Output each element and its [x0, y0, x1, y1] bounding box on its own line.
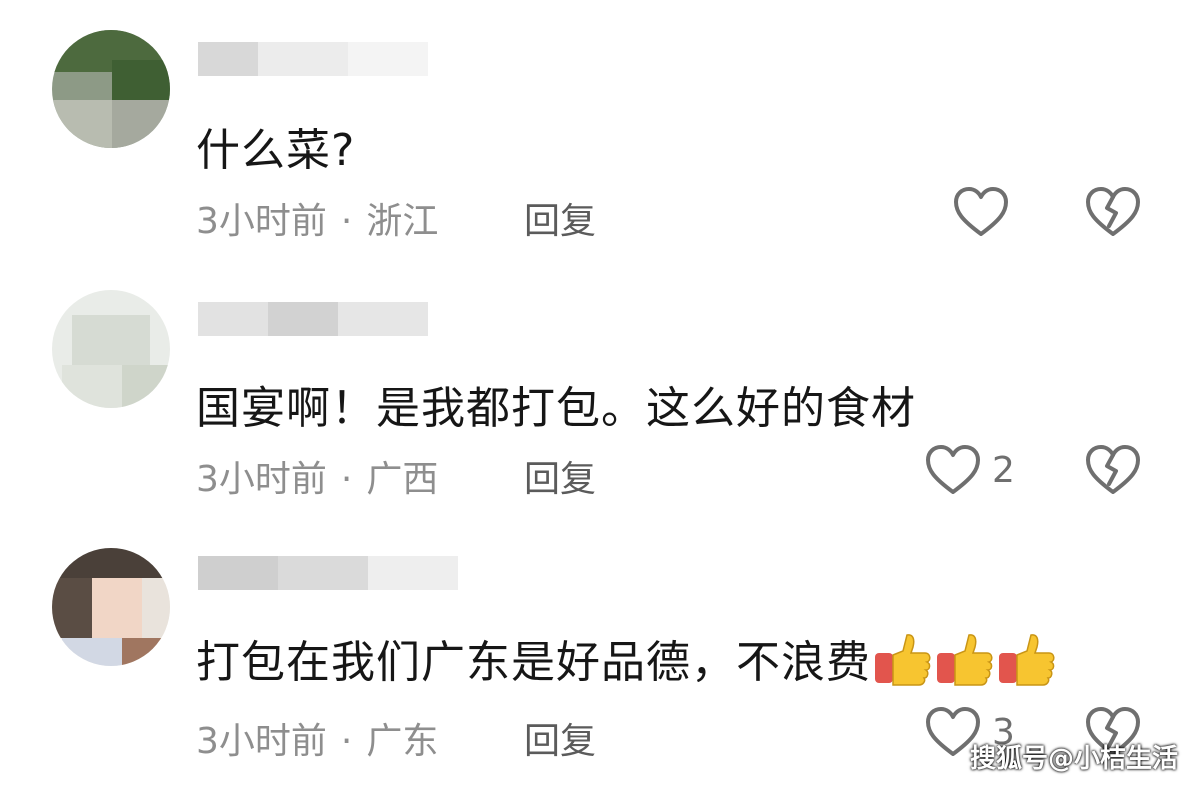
- comment-time: 3小时前: [196, 459, 327, 500]
- reply-button[interactable]: 回复: [524, 450, 596, 502]
- heart-outline-icon: [954, 187, 1008, 236]
- comment-meta: 3小时前 · 广东: [196, 712, 438, 764]
- comment-location: 广西: [366, 459, 439, 500]
- watermark: 搜狐号@小桔生活: [969, 744, 1178, 774]
- thumbs-up-emoji: [937, 634, 993, 686]
- avatar[interactable]: [52, 548, 170, 666]
- broken-heart-icon: [1086, 187, 1140, 236]
- dislike-button[interactable]: [1084, 444, 1142, 500]
- comment-text: 什么菜?: [196, 125, 356, 176]
- comment-text: 打包在我们广东是好品德，不浪费: [196, 626, 1057, 690]
- username-blurred[interactable]: [198, 42, 428, 76]
- heart-outline-icon: [926, 445, 980, 494]
- broken-heart-icon: [1086, 445, 1140, 494]
- thumbs-up-emoji: [875, 634, 931, 686]
- thumbs-up-emoji: [999, 634, 1055, 686]
- meta-separator: ·: [340, 201, 353, 242]
- username-blurred[interactable]: [198, 556, 458, 590]
- comment-text-body: 打包在我们广东是好品德，不浪费: [196, 637, 871, 688]
- comment-meta: 3小时前 · 浙江: [196, 192, 438, 244]
- comment-location: 浙江: [366, 201, 439, 242]
- avatar[interactable]: [52, 30, 170, 148]
- reply-button[interactable]: 回复: [524, 192, 596, 244]
- avatar[interactable]: [52, 290, 170, 408]
- like-count: 2: [992, 449, 1015, 491]
- comment-time: 3小时前: [196, 201, 327, 242]
- meta-separator: ·: [340, 459, 353, 500]
- reply-button[interactable]: 回复: [524, 712, 596, 764]
- dislike-button[interactable]: [1084, 186, 1142, 242]
- comment-location: 广东: [366, 721, 439, 762]
- like-button[interactable]: [952, 186, 1010, 238]
- comment-meta: 3小时前 · 广西: [196, 450, 438, 502]
- like-button[interactable]: 2: [924, 444, 1015, 496]
- meta-separator: ·: [340, 721, 353, 762]
- comment-text: 国宴啊！是我都打包。这么好的食材: [196, 383, 916, 434]
- comment-time: 3小时前: [196, 721, 327, 762]
- username-blurred[interactable]: [198, 302, 428, 336]
